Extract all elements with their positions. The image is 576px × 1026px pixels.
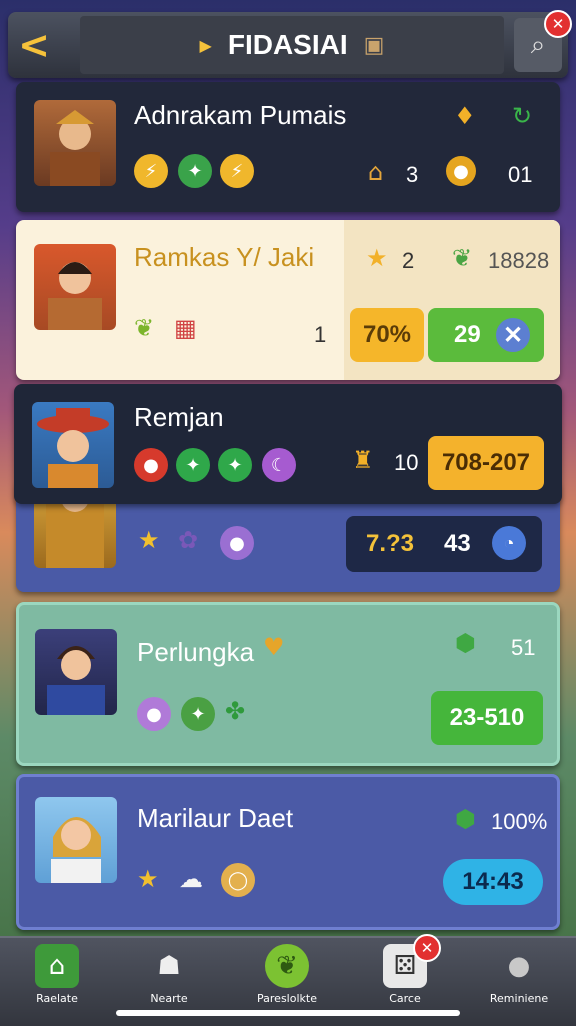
star-icon: ★	[366, 244, 388, 272]
time-button[interactable]: 14:43	[443, 859, 543, 905]
trophy-icon: ♦	[454, 102, 476, 130]
star-icon: ★	[138, 526, 160, 554]
player-name: Adnrakam Pumais	[134, 100, 347, 130]
back-icon: <	[18, 23, 50, 67]
range-badge: 708-207	[428, 436, 544, 490]
avatar	[35, 629, 117, 715]
page-title: FIDASIAI	[227, 29, 348, 60]
cloud-icon: ☁	[179, 865, 203, 893]
gift-icon: ▦	[174, 314, 197, 342]
avatar	[34, 244, 116, 330]
chest-count: 3	[406, 162, 419, 187]
ring-icon: ◯	[221, 863, 255, 897]
potion-icon: ☾	[262, 448, 296, 482]
home-icon: ⌂	[35, 944, 79, 988]
score-panel: 7.?3 43 ◔	[346, 516, 542, 572]
score-button[interactable]: 29 ✕	[428, 308, 544, 362]
leaf-icon: ❦	[134, 314, 155, 342]
gem-count: 51	[511, 635, 536, 660]
player-card-3[interactable]: Remjan ● ✦ ✦ ☾ ♜ 10 708-207	[14, 384, 562, 504]
nav-item-leaf[interactable]: ❦ Pareslolkte	[232, 942, 342, 1012]
title-pill: ▶ FIDASIAI ▣	[80, 16, 504, 74]
swap-icon: ✕	[496, 318, 530, 352]
gem-red-icon: ●	[134, 448, 168, 482]
percent-badge: 70%	[350, 308, 424, 362]
star-icon: ★	[137, 865, 159, 893]
rank-value: 1	[314, 322, 327, 347]
dice-icon: ⚄ ✕	[383, 934, 441, 988]
coin-icon: ⚡	[220, 154, 254, 188]
pouch-icon: ●	[220, 526, 254, 560]
trophy-count: 10	[394, 450, 419, 475]
gem-green-icon: ✦	[181, 697, 215, 731]
gem-icon: ⬢	[455, 805, 476, 833]
nav-item-home[interactable]: ⌂ Raelate	[2, 942, 112, 1012]
profile-icon: ●	[507, 951, 531, 981]
gem-green-icon: ✦	[218, 448, 252, 482]
nav-item-friends[interactable]: ☗ Nearte	[114, 942, 224, 1012]
player-card-6[interactable]: Marilaur Daet ★ ☁ ◯ ⬢ 100% 14:43	[16, 774, 560, 930]
box-icon: ▣	[363, 32, 385, 58]
player-card-2[interactable]: Ramkas Y/ Jaki ❦ ▦ 1 ★ 2 ❦ 18828 70% 29 …	[16, 220, 560, 380]
leaf-icon: ❦	[452, 244, 473, 272]
home-indicator	[116, 1010, 460, 1016]
leaf-icon: ❦	[265, 944, 309, 988]
back-button[interactable]: <	[12, 16, 56, 74]
friends-icon: ☗	[157, 951, 181, 981]
chest-icon: ⌂	[368, 158, 384, 186]
player-card-5[interactable]: Perlungka ♥ ● ✦ ✤ ⬢ 51 23-510	[16, 602, 560, 766]
clover-icon: ✤	[225, 697, 246, 725]
star-count: 2	[402, 248, 415, 273]
gem-icon: ✦	[178, 154, 212, 188]
swirl-icon: ↻	[512, 102, 533, 130]
player-name: Marilaur Daet	[137, 803, 294, 833]
range-button[interactable]: 23-510	[431, 691, 543, 745]
candy-icon: ●	[137, 697, 171, 731]
avatar	[32, 402, 114, 488]
player-name: Ramkas Y/ Jaki	[134, 242, 315, 272]
nav-item-dice[interactable]: ⚄ ✕ Carce	[350, 934, 460, 1012]
avatar	[35, 797, 117, 883]
player-card-1[interactable]: Adnrakam Pumais ⚡ ✦ ⚡ ♦ ↻ ⌂ 3 ● 01	[16, 82, 560, 212]
gem-green-icon: ✦	[176, 448, 210, 482]
trophy-icon: ♜	[352, 446, 374, 474]
close-badge-icon[interactable]: ✕	[544, 10, 572, 38]
gem-icon: ⬢	[455, 629, 476, 657]
coin-icon: ●	[446, 156, 476, 186]
timer-icon: ◔	[492, 526, 526, 560]
player-name: Remjan	[134, 402, 224, 432]
nav-item-profile[interactable]: ● Reminiene	[464, 942, 574, 1012]
player-name: Perlungka	[137, 637, 255, 667]
percent-value: 100%	[491, 809, 548, 834]
flower-icon: ✿	[178, 526, 199, 554]
bell-icon: ♥	[263, 633, 285, 661]
leaf-count: 18828	[488, 248, 550, 273]
search-icon: ⌕	[530, 29, 546, 60]
search-button[interactable]: ⌕ ✕	[514, 10, 572, 72]
play-arrow-icon: ▶	[199, 35, 212, 55]
avatar	[34, 100, 116, 186]
close-badge-icon[interactable]: ✕	[413, 934, 441, 962]
coin-icon: ⚡	[134, 154, 168, 188]
coin-count: 01	[508, 162, 533, 187]
top-bar: < ▶ FIDASIAI ▣ ⌕ ✕	[8, 10, 572, 78]
